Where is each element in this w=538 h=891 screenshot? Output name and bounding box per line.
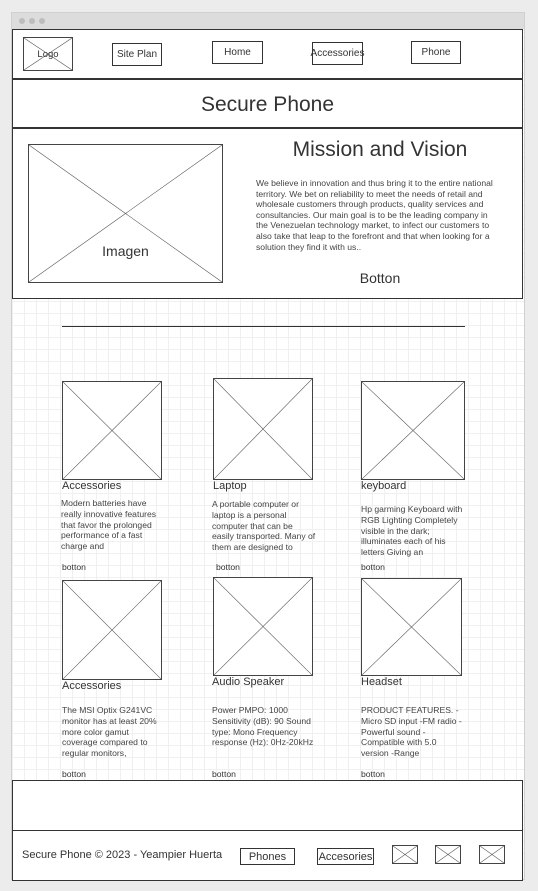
product-image-3: [361, 381, 465, 480]
product-title-1: Accessories: [62, 480, 122, 492]
product-button-1[interactable]: botton: [62, 562, 86, 572]
section-divider: [62, 326, 465, 327]
product-text-4: The MSI Optix G241VC monitor has at leas…: [62, 705, 157, 759]
footer-link-phones[interactable]: Phones: [240, 848, 295, 865]
product-title-5: Audio Speaker: [212, 676, 285, 688]
product-image-5: [213, 577, 313, 676]
social-icon-1[interactable]: [392, 845, 418, 864]
page-title: Secure Phone: [200, 93, 335, 116]
product-button-2[interactable]: botton: [216, 562, 240, 572]
window-titlebar: [12, 13, 524, 29]
mission-button[interactable]: Botton: [340, 270, 420, 286]
product-title-3: keyboard: [361, 480, 407, 492]
mission-title: Mission and Vision: [292, 138, 468, 161]
footer-link-accesories[interactable]: Accesories: [317, 848, 374, 865]
empty-band: [12, 780, 523, 831]
logo-label: Logo: [37, 49, 59, 60]
mission-image: Imagen: [28, 144, 223, 283]
product-image-2: [213, 378, 313, 480]
nav-home[interactable]: Home: [212, 41, 263, 64]
placeholder-cross-icon: [436, 846, 460, 863]
nav-accessories[interactable]: Accessories: [311, 42, 364, 65]
product-text-2: A portable computer or laptop is a perso…: [212, 499, 316, 553]
nav-phone[interactable]: Phone: [411, 41, 461, 64]
window-close-dot[interactable]: [19, 18, 25, 24]
product-button-5[interactable]: botton: [212, 769, 236, 779]
placeholder-cross-icon: [480, 846, 504, 863]
image-placeholder-cross: [214, 379, 312, 479]
image-placeholder-cross: [63, 382, 161, 479]
image-placeholder-cross: [63, 581, 161, 679]
product-button-3[interactable]: botton: [361, 562, 385, 572]
social-icon-3[interactable]: [479, 845, 505, 864]
hero-band: Secure Phone: [12, 79, 523, 128]
footer-copyright: Secure Phone © 2023 - Yeampier Huerta: [22, 849, 223, 861]
image-placeholder-cross: [214, 578, 312, 675]
product-text-5: Power PMPO: 1000 Sensitivity (dB): 90 So…: [212, 705, 314, 748]
product-button-6[interactable]: botton: [361, 769, 385, 779]
product-text-6: PRODUCT FEATURES. -Micro SD input -FM ra…: [361, 705, 462, 759]
image-placeholder-cross: [362, 579, 461, 675]
product-image-6: [361, 578, 462, 676]
product-button-4[interactable]: botton: [62, 769, 86, 779]
product-title-6: Headset: [361, 676, 402, 688]
mission-image-label: Imagen: [102, 243, 149, 259]
product-image-1: [62, 381, 162, 480]
nav-site-plan[interactable]: Site Plan: [112, 43, 162, 66]
product-text-1: Modern batteries have really innovative …: [61, 498, 157, 552]
placeholder-cross-icon: [393, 846, 417, 863]
product-title-4: Accessories: [62, 680, 122, 692]
window-maximize-dot[interactable]: [39, 18, 45, 24]
product-title-2: Laptop: [213, 480, 247, 492]
social-icon-2[interactable]: [435, 845, 461, 864]
image-placeholder-cross: [362, 382, 464, 479]
window-minimize-dot[interactable]: [29, 18, 35, 24]
mission-text: We believe in innovation and thus bring …: [256, 178, 493, 252]
image-placeholder-cross: [29, 145, 222, 282]
product-text-3: Hp garming Keyboard with RGB Lighting Co…: [361, 504, 463, 558]
product-image-4: [62, 580, 162, 680]
logo[interactable]: Logo: [23, 37, 73, 71]
